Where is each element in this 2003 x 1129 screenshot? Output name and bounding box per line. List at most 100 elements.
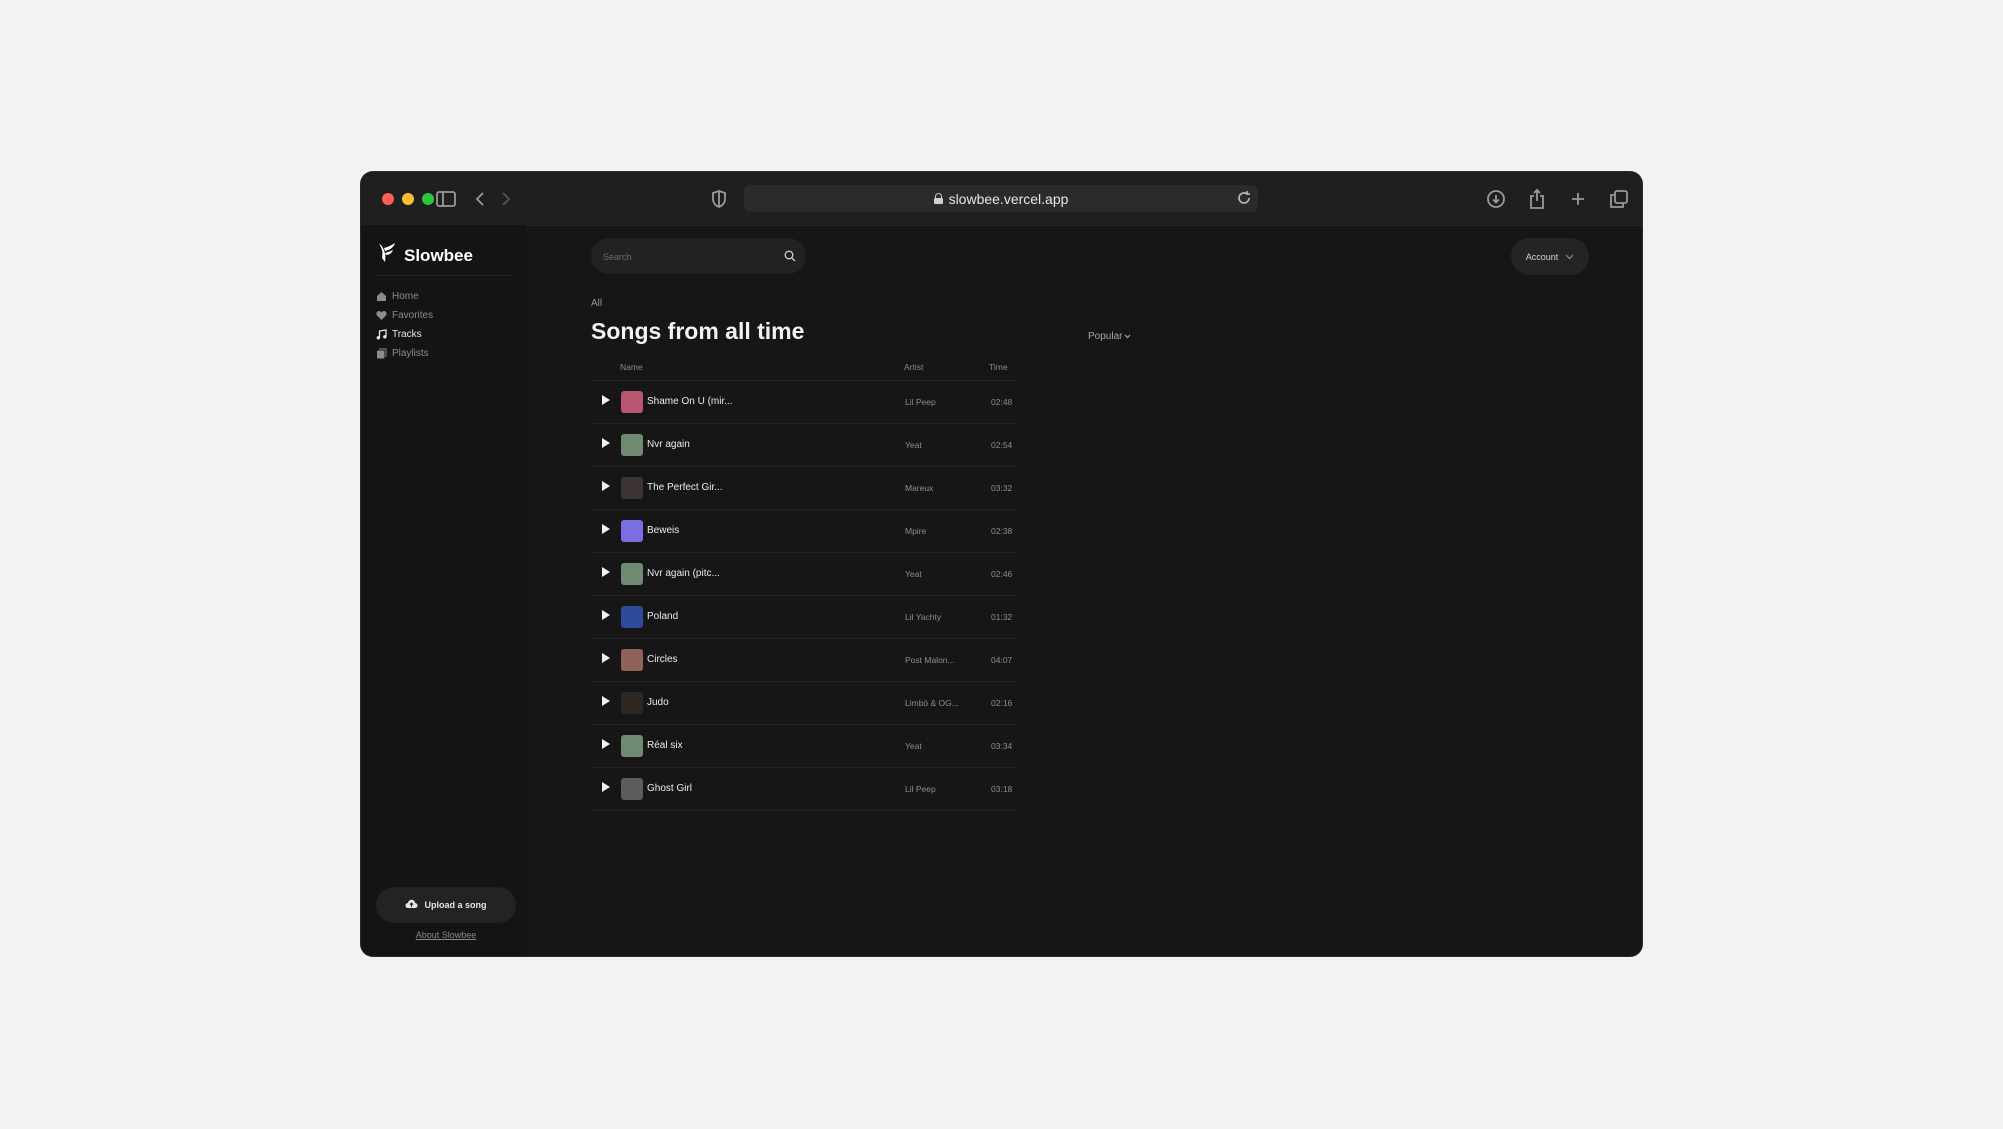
- album-art-thumbnail: [621, 778, 643, 800]
- downloads-icon[interactable]: [1485, 188, 1507, 210]
- play-icon[interactable]: [602, 653, 610, 663]
- track-name[interactable]: The Perfect Gir...: [647, 482, 723, 493]
- sidebar-item-tracks[interactable]: Tracks: [376, 325, 433, 344]
- home-icon: [376, 291, 387, 302]
- album-art-thumbnail: [621, 649, 643, 671]
- track-name[interactable]: Nvr again: [647, 439, 690, 450]
- track-name[interactable]: Réal six: [647, 740, 683, 751]
- table-row[interactable]: Beweis Mpire 02:38: [591, 510, 1018, 553]
- sort-label: Popular: [1088, 331, 1123, 342]
- track-name[interactable]: Circles: [647, 654, 678, 665]
- table-row[interactable]: The Perfect Gir... Mareux 03:32: [591, 467, 1018, 510]
- album-art-thumbnail: [621, 434, 643, 456]
- track-artist[interactable]: Mpire: [905, 526, 926, 536]
- new-tab-icon[interactable]: [1567, 188, 1589, 210]
- play-icon[interactable]: [602, 739, 610, 749]
- sidebar-item-label: Home: [392, 291, 419, 302]
- table-row[interactable]: Ghost Girl Lil Peep 03:18: [591, 768, 1018, 811]
- track-name[interactable]: Poland: [647, 611, 678, 622]
- track-artist[interactable]: Lil Peep: [905, 784, 936, 794]
- play-icon[interactable]: [602, 395, 610, 405]
- share-icon[interactable]: [1526, 188, 1548, 210]
- search-icon[interactable]: [784, 249, 796, 267]
- about-link[interactable]: About Slowbee: [361, 930, 531, 940]
- track-name[interactable]: Ghost Girl: [647, 783, 692, 794]
- table-row[interactable]: Shame On U (mir... Lil Peep 02:48: [591, 381, 1018, 424]
- table-row[interactable]: Judo Limbö & OG... 02:16: [591, 682, 1018, 725]
- search-box[interactable]: [591, 238, 806, 274]
- search-input[interactable]: [601, 248, 775, 266]
- track-artist[interactable]: Yeat: [905, 741, 922, 751]
- chevron-down-icon: [1565, 252, 1574, 262]
- upload-song-label: Upload a song: [424, 900, 487, 910]
- page-title: Songs from all time: [591, 318, 805, 344]
- track-artist[interactable]: Post Malon...: [905, 655, 955, 665]
- track-artist[interactable]: Lil Peep: [905, 397, 936, 407]
- track-artist[interactable]: Lil Yachty: [905, 612, 941, 622]
- play-icon[interactable]: [602, 438, 610, 448]
- browser-toolbar: slowbee.vercel.app: [361, 172, 1642, 226]
- sidebar-item-favorites[interactable]: Favorites: [376, 306, 433, 325]
- upload-song-button[interactable]: Upload a song: [376, 887, 516, 923]
- logo-text: Slowbee: [404, 245, 473, 265]
- track-duration: 02:46: [991, 569, 1013, 579]
- table-body: Shame On U (mir... Lil Peep 02:48 Nvr again…: [591, 381, 1018, 811]
- zoom-window-button[interactable]: [422, 193, 434, 205]
- reload-icon[interactable]: [1236, 190, 1252, 209]
- track-name[interactable]: Nvr again (pitc...: [647, 568, 720, 579]
- url-text: slowbee.vercel.app: [948, 190, 1069, 207]
- table-row[interactable]: Poland Lil Yachty 01:32: [591, 596, 1018, 639]
- track-name[interactable]: Shame On U (mir...: [647, 396, 733, 407]
- table-row[interactable]: Nvr again Yeat 02:54: [591, 424, 1018, 467]
- cloud-upload-icon: [405, 899, 418, 911]
- track-artist[interactable]: Yeat: [905, 440, 922, 450]
- track-artist[interactable]: Mareux: [905, 483, 933, 493]
- sidebar-divider: [376, 275, 511, 276]
- privacy-shield-icon[interactable]: [708, 188, 730, 210]
- breadcrumb[interactable]: All: [591, 298, 602, 309]
- table-row[interactable]: Circles Post Malon... 04:07: [591, 639, 1018, 682]
- tracks-table: Name Artist Time Shame On U (mir... Lil P…: [591, 354, 1018, 811]
- track-duration: 01:32: [991, 612, 1013, 622]
- album-art-thumbnail: [621, 520, 643, 542]
- account-label: Account: [1525, 251, 1559, 262]
- address-bar[interactable]: slowbee.vercel.app: [744, 185, 1258, 212]
- logo[interactable]: Slowbee: [376, 242, 473, 269]
- album-art-thumbnail: [621, 563, 643, 585]
- play-icon[interactable]: [602, 782, 610, 792]
- column-header-time[interactable]: Time: [989, 362, 1008, 372]
- play-icon[interactable]: [602, 481, 610, 491]
- tab-overview-icon[interactable]: [1608, 188, 1630, 210]
- play-icon[interactable]: [602, 524, 610, 534]
- table-row[interactable]: Réal six Yeat 03:34: [591, 725, 1018, 768]
- table-row[interactable]: Nvr again (pitc... Yeat 02:46: [591, 553, 1018, 596]
- track-name[interactable]: Judo: [647, 697, 669, 708]
- play-icon[interactable]: [602, 610, 610, 620]
- sidebar: Slowbee Home Favorites Tracks Playlists …: [361, 225, 526, 956]
- sidebar-item-home[interactable]: Home: [376, 287, 433, 306]
- track-artist[interactable]: Yeat: [905, 569, 922, 579]
- forward-icon[interactable]: [495, 188, 517, 210]
- heart-icon: [376, 310, 387, 321]
- track-duration: 04:07: [991, 655, 1013, 665]
- album-art-thumbnail: [621, 735, 643, 757]
- sort-dropdown[interactable]: Popular: [1088, 331, 1131, 342]
- track-duration: 02:16: [991, 698, 1013, 708]
- chevron-down-icon: [1124, 331, 1131, 342]
- play-icon[interactable]: [602, 567, 610, 577]
- column-header-artist[interactable]: Artist: [904, 362, 923, 372]
- track-duration: 02:38: [991, 526, 1013, 536]
- play-icon[interactable]: [602, 696, 610, 706]
- sidebar-item-playlists[interactable]: Playlists: [376, 344, 433, 363]
- track-name[interactable]: Beweis: [647, 525, 679, 536]
- album-art-thumbnail: [621, 606, 643, 628]
- sidebar-item-label: Favorites: [392, 310, 434, 321]
- sidebar-toggle-icon[interactable]: [435, 188, 457, 210]
- column-header-name[interactable]: Name: [620, 362, 643, 372]
- minimize-window-button[interactable]: [402, 193, 414, 205]
- back-icon[interactable]: [469, 188, 491, 210]
- table-header: Name Artist Time: [591, 354, 1018, 381]
- track-artist[interactable]: Limbö & OG...: [905, 698, 959, 708]
- close-window-button[interactable]: [382, 193, 394, 205]
- account-menu-button[interactable]: Account: [1511, 238, 1589, 275]
